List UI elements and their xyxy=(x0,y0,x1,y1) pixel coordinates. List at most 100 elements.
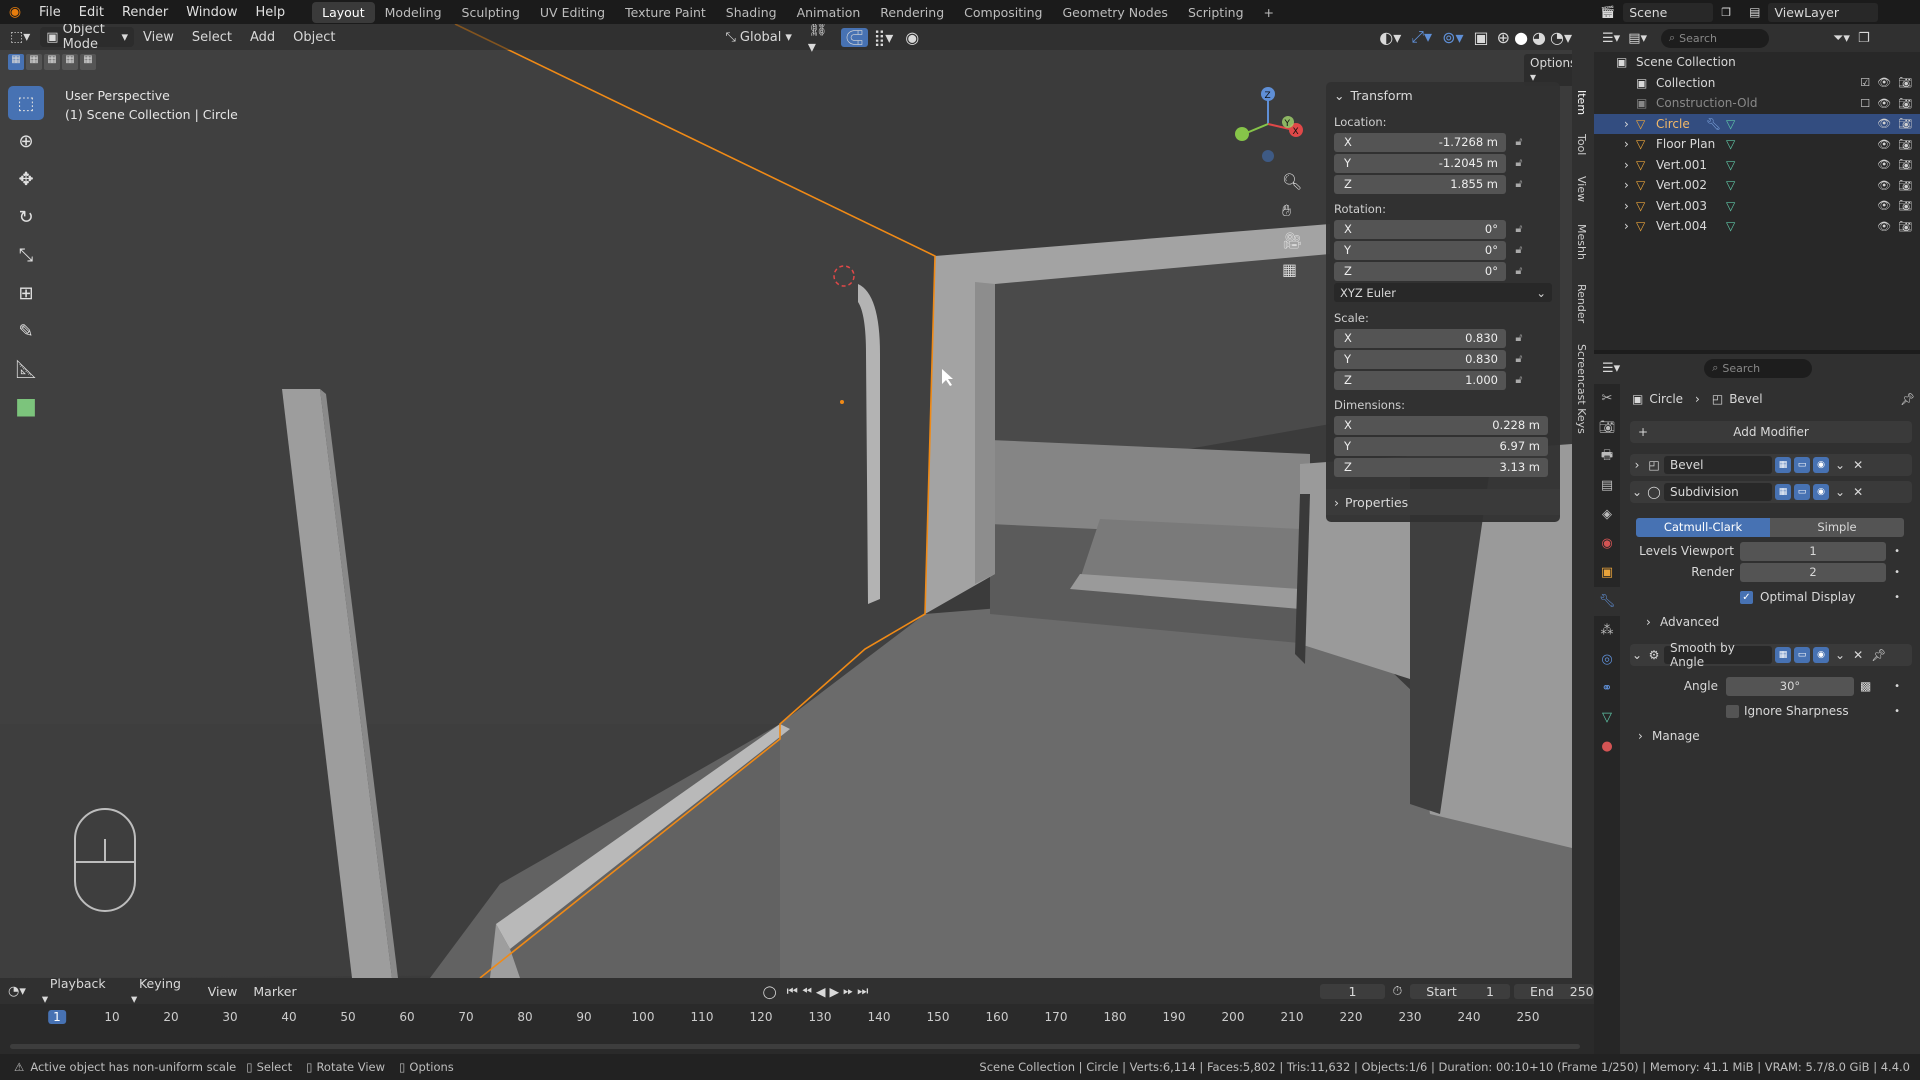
world-tab-icon[interactable]: ◉ xyxy=(1594,529,1620,558)
annotate-tool-icon[interactable]: ✎ xyxy=(8,314,44,348)
editor-type-icon[interactable]: ☰▾ xyxy=(1602,361,1620,376)
navigation-gizmo[interactable]: Z X Y xyxy=(1230,84,1310,164)
rotation-x-field[interactable]: X 0° xyxy=(1334,219,1506,239)
lock-icon[interactable]: 🔓︎ xyxy=(1506,177,1532,191)
pin-icon[interactable]: 📌︎ xyxy=(1900,392,1915,406)
start-frame-field[interactable]: Start 1 xyxy=(1410,983,1510,999)
tab-render[interactable]: Render xyxy=(1575,284,1588,323)
render-levels-field[interactable]: 2 xyxy=(1740,562,1886,582)
scale-y-field[interactable]: Y 0.830 xyxy=(1334,349,1506,369)
jump-end-icon[interactable]: ⏭ xyxy=(855,983,870,999)
eye-icon[interactable]: 👁︎ xyxy=(1877,117,1891,130)
solid-shading-icon[interactable]: ● xyxy=(1514,28,1528,47)
transform-tool-icon[interactable]: ⊞ xyxy=(8,276,44,310)
output-tab-icon[interactable]: 🖶︎ xyxy=(1594,442,1620,471)
tab-rendering[interactable]: Rendering xyxy=(870,2,954,23)
constraints-tab-icon[interactable]: ⚭ xyxy=(1594,674,1620,703)
edit-mode-toggle-icon[interactable]: ▦ xyxy=(1775,484,1791,500)
lock-icon[interactable]: 🔓︎ xyxy=(1506,331,1532,345)
rotation-z-field[interactable]: Z 0° xyxy=(1334,261,1506,281)
chevron-down-icon[interactable]: ⌄ xyxy=(1835,648,1845,662)
particles-tab-icon[interactable]: ⁂ xyxy=(1594,616,1620,645)
close-icon[interactable]: ✕ xyxy=(1853,485,1863,499)
menu-add[interactable]: Add xyxy=(241,30,284,45)
select-extend-icon[interactable]: ▦ xyxy=(26,54,42,70)
auto-keying-icon[interactable]: ◯ xyxy=(755,984,785,999)
keyframe-dot-icon[interactable]: • xyxy=(1894,681,1900,692)
perspective-grid-icon[interactable]: ▦ xyxy=(1282,260,1302,279)
lock-icon[interactable]: 🔓︎ xyxy=(1506,243,1532,257)
object-tab-icon[interactable]: ▣ xyxy=(1594,558,1620,587)
properties-header[interactable]: › Properties xyxy=(1326,489,1560,515)
outliner-search-input[interactable]: ⌕ Search xyxy=(1661,28,1769,48)
outliner-item-floor-plan[interactable]: › ▽ Floor Plan ▽ 👁︎ 📷︎ xyxy=(1594,134,1920,155)
chevron-right-icon[interactable]: › xyxy=(1630,458,1644,472)
new-collection-icon[interactable]: ❐ xyxy=(1858,31,1870,46)
tool-tab-icon[interactable]: ✂ xyxy=(1594,384,1620,413)
eye-icon[interactable]: 👁︎ xyxy=(1877,220,1891,233)
scene-icon[interactable]: 🎬︎ xyxy=(1600,5,1615,19)
outliner-root[interactable]: ▣ Scene Collection xyxy=(1594,52,1920,73)
jump-start-icon[interactable]: ⏮ xyxy=(785,983,800,999)
lock-icon[interactable]: 🔓︎ xyxy=(1506,373,1532,387)
angle-field[interactable]: 30° xyxy=(1726,676,1854,696)
scale-x-field[interactable]: X 0.830 xyxy=(1334,328,1506,348)
timeline-scrollbar[interactable] xyxy=(10,1044,1580,1049)
tab-view[interactable]: View xyxy=(1575,176,1588,202)
chevron-down-icon[interactable]: ⌄ xyxy=(1630,648,1644,662)
menu-help[interactable]: Help xyxy=(247,5,295,20)
manage-subpanel[interactable]: › Manage xyxy=(1630,726,1912,746)
viewport-toggle-icon[interactable]: ▭ xyxy=(1794,484,1810,500)
camera-icon[interactable]: 📷︎ xyxy=(1898,158,1912,171)
camera-icon[interactable]: 📷︎ xyxy=(1898,179,1912,192)
outliner-item-collection[interactable]: ▣ Collection ☑ 👁︎ 📷︎ xyxy=(1594,73,1920,94)
view-layer-tab-icon[interactable]: ▤ xyxy=(1594,471,1620,500)
rotation-y-field[interactable]: Y 0° xyxy=(1334,240,1506,260)
tab-layout[interactable]: Layout xyxy=(312,1,375,23)
camera-icon[interactable]: 📷︎ xyxy=(1898,199,1912,212)
menu-object[interactable]: Object xyxy=(284,30,344,45)
select-invert-icon[interactable]: ▦ xyxy=(62,54,78,70)
viewlayer-icon[interactable]: ▤ xyxy=(1749,5,1760,19)
location-y-field[interactable]: Y -1.2045 m xyxy=(1334,153,1506,173)
tab-geometry-nodes[interactable]: Geometry Nodes xyxy=(1053,2,1178,23)
tab-modeling[interactable]: Modeling xyxy=(375,2,452,23)
add-modifier-button[interactable]: + Add Modifier xyxy=(1630,421,1912,443)
catmull-clark-button[interactable]: Catmull-Clark xyxy=(1636,518,1770,537)
outliner-item-vert-001[interactable]: › ▽ Vert.001 ▽ 👁︎ 📷︎ xyxy=(1594,155,1920,176)
optimal-display-checkbox[interactable]: ✓ xyxy=(1740,590,1753,604)
location-z-field[interactable]: Z 1.855 m xyxy=(1334,174,1506,194)
scene-name[interactable]: Scene xyxy=(1623,2,1714,22)
frame-ruler[interactable]: 1 10 20 30 40 50 60 70 80 90 100 110 120… xyxy=(10,1010,1580,1026)
viewport-toggle-icon[interactable]: ▭ xyxy=(1794,647,1810,663)
editor-type-icon[interactable]: ◔▾ xyxy=(0,984,34,999)
blender-logo-icon[interactable]: ◉ xyxy=(0,4,30,20)
tab-tool[interactable]: Tool xyxy=(1575,134,1588,155)
view-menu[interactable]: View xyxy=(200,984,246,999)
tab-screencast-keys[interactable]: Screencast Keys xyxy=(1575,344,1588,434)
close-icon[interactable]: ✕ xyxy=(1853,458,1863,472)
select-intersect-icon[interactable]: ▦ xyxy=(80,54,96,70)
render-toggle-icon[interactable]: ◉ xyxy=(1813,484,1829,500)
keyframe-dot-icon[interactable]: • xyxy=(1894,567,1900,578)
keyframe-dot-icon[interactable]: • xyxy=(1894,592,1900,603)
camera-icon[interactable]: 📷︎ xyxy=(1898,220,1912,233)
lock-icon[interactable]: 🔓︎ xyxy=(1506,156,1532,170)
tab-texture-paint[interactable]: Texture Paint xyxy=(615,2,716,23)
cursor-tool-icon[interactable]: ⊕ xyxy=(8,124,44,158)
outliner-item-construction-old[interactable]: ▣ Construction-Old ☐ 👁︎ 📷︎ xyxy=(1594,93,1920,114)
proportional-edit-icon[interactable]: ◉ xyxy=(905,28,919,47)
eye-icon[interactable]: 👁︎ xyxy=(1877,199,1891,212)
lock-icon[interactable]: 🔓︎ xyxy=(1506,264,1532,278)
camera-view-icon[interactable]: 🎥︎ xyxy=(1282,231,1302,250)
snap-settings-icon[interactable]: ⣿▾ xyxy=(874,28,894,47)
viewport-toggle-icon[interactable]: ▭ xyxy=(1794,457,1810,473)
simple-button[interactable]: Simple xyxy=(1770,518,1904,537)
new-scene-icon[interactable]: ❐ xyxy=(1721,6,1731,19)
eye-icon[interactable]: 👁︎ xyxy=(1877,179,1891,192)
display-mode-icon[interactable]: ▤▾ xyxy=(1628,31,1647,46)
pan-hand-icon[interactable]: ✋︎ xyxy=(1282,201,1302,221)
camera-icon[interactable]: 📷︎ xyxy=(1898,76,1912,89)
tab-uv-editing[interactable]: UV Editing xyxy=(530,2,615,23)
properties-search-input[interactable]: ⌕ Search xyxy=(1704,358,1813,378)
